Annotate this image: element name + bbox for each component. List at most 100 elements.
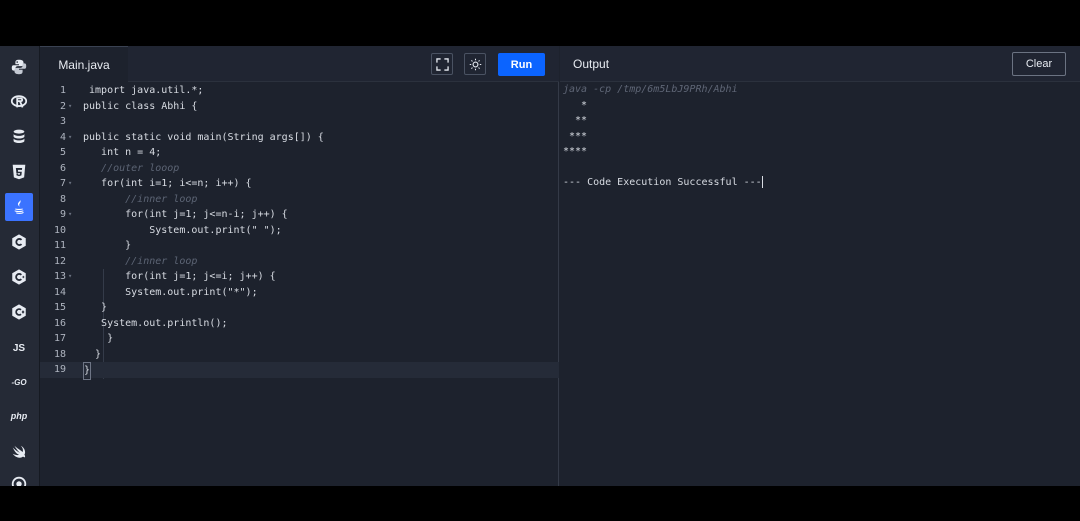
code-line: 5 int n = 4; xyxy=(40,145,559,161)
line-number: 5 xyxy=(59,147,66,158)
clear-button[interactable]: Clear xyxy=(1012,52,1066,76)
go-icon[interactable]: -GO xyxy=(5,368,33,396)
code-comment: //inner loop xyxy=(83,193,198,205)
code-text: import java.util.*; xyxy=(83,85,204,96)
output-console[interactable]: java -cp /tmp/6m5LbJ9PRh/Abhi * ** *** *… xyxy=(563,82,1073,191)
code-line: 11 } xyxy=(40,238,559,254)
line-number: 4 xyxy=(59,131,66,143)
text-caret xyxy=(761,176,763,188)
run-button[interactable]: Run xyxy=(498,53,545,76)
code-line: 9 ▾ for(int j=1; j<=n-i; j++) { xyxy=(40,207,559,223)
c-icon[interactable] xyxy=(5,228,33,256)
line-number: 18 xyxy=(53,348,66,360)
code-text: for(int i=1; i<=n; i++) { xyxy=(83,178,252,189)
output-line: ** xyxy=(563,115,588,126)
sidebar-item-go-label: -GO xyxy=(11,377,27,387)
python-icon[interactable] xyxy=(5,53,33,81)
database-icon[interactable] xyxy=(5,123,33,151)
line-number: 13 xyxy=(53,271,66,282)
fold-arrow-icon[interactable]: ▾ xyxy=(68,207,72,223)
code-line: 18 } xyxy=(40,347,559,363)
line-number: 9 xyxy=(59,209,66,220)
sun-icon xyxy=(469,58,481,70)
code-line: 12 //inner loop xyxy=(40,254,559,270)
rust-icon[interactable] xyxy=(5,470,33,486)
output-line: **** xyxy=(563,146,588,157)
editor-toolbar: Main.java Run xyxy=(40,46,559,82)
javascript-icon[interactable]: JS xyxy=(5,334,33,362)
code-text: System.out.print("*"); xyxy=(83,286,258,298)
fold-arrow-icon[interactable]: ▾ xyxy=(68,269,72,285)
html5-icon[interactable] xyxy=(5,158,33,186)
output-status-line: --- Code Execution Successful --- xyxy=(563,175,1073,191)
code-line-active: 19 } xyxy=(40,362,559,380)
csharp-icon[interactable] xyxy=(5,298,33,326)
theme-toggle-button[interactable] xyxy=(464,53,486,75)
code-line: 8 //inner loop xyxy=(40,192,559,208)
code-line: 3 xyxy=(40,114,559,130)
language-sidebar: JS -GO php xyxy=(0,46,40,486)
swift-icon[interactable] xyxy=(5,438,33,466)
code-comment: //outer looop xyxy=(83,162,180,174)
fold-arrow-icon[interactable]: ▾ xyxy=(68,130,72,146)
code-line: 6 //outer looop xyxy=(40,161,559,177)
code-text: System.out.print(" "); xyxy=(83,224,282,236)
line-number: 6 xyxy=(59,162,66,174)
output-command: java -cp /tmp/6m5LbJ9PRh/Abhi xyxy=(563,84,738,95)
code-text: } xyxy=(83,333,114,344)
code-line: 7 ▾ for(int i=1; i<=n; i++) { xyxy=(40,176,559,192)
line-number: 17 xyxy=(53,333,66,344)
code-line: 16 System.out.println(); xyxy=(40,316,559,332)
output-toolbar: Output Clear xyxy=(560,46,1080,82)
line-number: 8 xyxy=(59,193,66,205)
line-number: 16 xyxy=(53,317,66,329)
code-line: 14 System.out.print("*"); xyxy=(40,285,559,301)
line-number: 3 xyxy=(59,116,66,127)
output-title: Output xyxy=(573,57,610,71)
code-line: 4 ▾ public static void main(String args[… xyxy=(40,130,559,146)
php-icon[interactable]: php xyxy=(5,402,33,430)
output-line: *** xyxy=(563,130,588,142)
code-text: for(int j=1; j<=n-i; j++) { xyxy=(83,209,288,220)
sidebar-item-php-label: php xyxy=(10,411,28,421)
line-number: 19 xyxy=(53,364,66,375)
app-window: JS -GO php Main.java Run 1 import java.u… xyxy=(0,46,1080,486)
code-line: 2 ▾ public class Abhi { xyxy=(40,99,559,115)
line-number: 1 xyxy=(59,85,66,96)
line-number: 15 xyxy=(53,302,66,313)
line-number: 7 xyxy=(59,178,66,189)
fullscreen-button[interactable] xyxy=(431,53,453,75)
output-line: * xyxy=(563,99,588,111)
code-line: 13 ▾ for(int j=1; j<=i; j++) { xyxy=(40,269,559,285)
code-text: public static void main(String args[]) { xyxy=(83,131,324,143)
code-text: } xyxy=(83,348,102,360)
code-line: 10 System.out.print(" "); xyxy=(40,223,559,239)
code-area[interactable]: 1 import java.util.*; 2 ▾ public class A… xyxy=(40,82,559,486)
line-number: 14 xyxy=(53,286,66,298)
execution-status: --- Code Execution Successful --- xyxy=(563,177,762,188)
line-number: 10 xyxy=(53,224,66,236)
code-text: } xyxy=(83,302,108,313)
fullscreen-icon xyxy=(435,57,449,71)
code-text: } xyxy=(83,240,132,251)
cpp-icon[interactable] xyxy=(5,263,33,291)
code-text: } xyxy=(83,362,92,380)
code-editor-panel: Main.java Run 1 import java.util.*; 2 ▾ … xyxy=(40,46,559,486)
java-icon[interactable] xyxy=(5,193,33,221)
code-text: int n = 4; xyxy=(83,147,162,158)
sidebar-item-js-label: JS xyxy=(12,342,26,354)
output-panel: Output Clear java -cp /tmp/6m5LbJ9PRh/Ab… xyxy=(560,46,1080,486)
code-text: public class Abhi { xyxy=(83,100,198,112)
code-line: 17 } xyxy=(40,331,559,347)
line-number: 12 xyxy=(53,255,66,267)
r-icon[interactable] xyxy=(5,88,33,116)
file-tab-main-java[interactable]: Main.java xyxy=(40,46,128,82)
fold-arrow-icon[interactable]: ▾ xyxy=(68,99,72,115)
code-line: 15 } xyxy=(40,300,559,316)
code-text: System.out.println(); xyxy=(83,317,228,329)
fold-arrow-icon[interactable]: ▾ xyxy=(68,176,72,192)
code-text: for(int j=1; j<=i; j++) { xyxy=(83,271,276,282)
code-line: 1 import java.util.*; xyxy=(40,83,559,99)
code-comment: //inner loop xyxy=(83,255,198,267)
line-number: 2 xyxy=(59,100,66,112)
